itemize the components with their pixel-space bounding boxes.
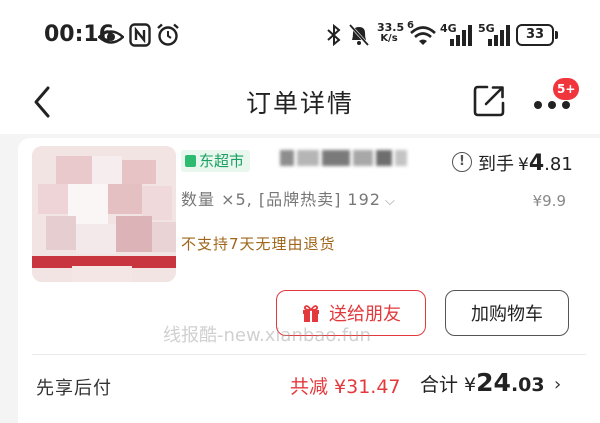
final-price-yen: ¥ — [518, 155, 529, 175]
shop-tag: 东超市 — [181, 150, 251, 172]
net-speed-value: 33.5 — [377, 21, 405, 34]
original-price: ¥9.9 — [532, 192, 566, 210]
gift-icon — [303, 305, 319, 322]
total-int: 24 — [476, 368, 511, 397]
final-price-int: 4 — [528, 151, 545, 176]
net-speed: 33.5 K/s — [377, 21, 405, 44]
return-policy-note: 不支持7天无理由退货 — [181, 235, 336, 253]
product-title-blurred[interactable] — [280, 150, 410, 170]
add-to-cart-button[interactable]: 加购物车 — [445, 290, 569, 336]
wifi-label: 6 — [407, 20, 414, 31]
nfc-icon — [129, 23, 151, 47]
total-prefix: 合计 ¥ — [420, 374, 477, 396]
signal-icon — [450, 25, 472, 46]
watermark-text: 线报酷-new.xianbao.fun — [163, 325, 371, 346]
order-total[interactable]: 合计 ¥24.03 — [420, 368, 545, 397]
battery-icon: 33 — [516, 24, 554, 46]
final-price-dec: .81 — [544, 154, 573, 175]
mute-bell-icon — [348, 23, 370, 47]
signal-icon-2 — [488, 25, 510, 46]
share-button[interactable] — [472, 84, 506, 118]
alarm-icon — [157, 23, 179, 46]
divider — [32, 354, 586, 355]
final-price: 到手 ¥4.81 — [478, 150, 573, 176]
nav-bar: 订单详情 — [0, 70, 600, 134]
chevron-down-icon: ⌵ — [384, 194, 396, 209]
quantity-spec-text: 数量 ×5, [品牌热卖] 192 — [181, 190, 381, 209]
bluetooth-icon — [327, 23, 341, 47]
notification-badge: 5+ — [553, 78, 580, 100]
battery-level: 33 — [525, 27, 545, 42]
total-discount: 共减 ¥31.47 — [290, 376, 401, 398]
pay-later-label: 先享后付 — [36, 378, 112, 399]
battery-tip — [555, 31, 558, 39]
info-icon[interactable]: ! — [452, 152, 472, 172]
order-item-card: 东超市 数量 ×5, [品牌热卖] 192 ⌵ 不支持7天无理由退货 ! 到手 ¥4… — [18, 138, 600, 423]
net-speed-unit: K/s — [380, 33, 398, 44]
eye-icon — [98, 30, 124, 44]
page-title: 订单详情 — [245, 89, 354, 118]
total-dec: .03 — [510, 374, 545, 396]
final-price-prefix: 到手 — [478, 154, 514, 175]
add-to-cart-label: 加购物车 — [471, 304, 543, 325]
quantity-spec[interactable]: 数量 ×5, [品牌热卖] 192 ⌵ — [181, 186, 396, 210]
product-thumbnail[interactable] — [32, 146, 176, 282]
chevron-right-icon[interactable]: › — [554, 374, 561, 395]
status-bar: 00:16 33.5 K/s 6 4G 5G 33 — [0, 0, 600, 70]
